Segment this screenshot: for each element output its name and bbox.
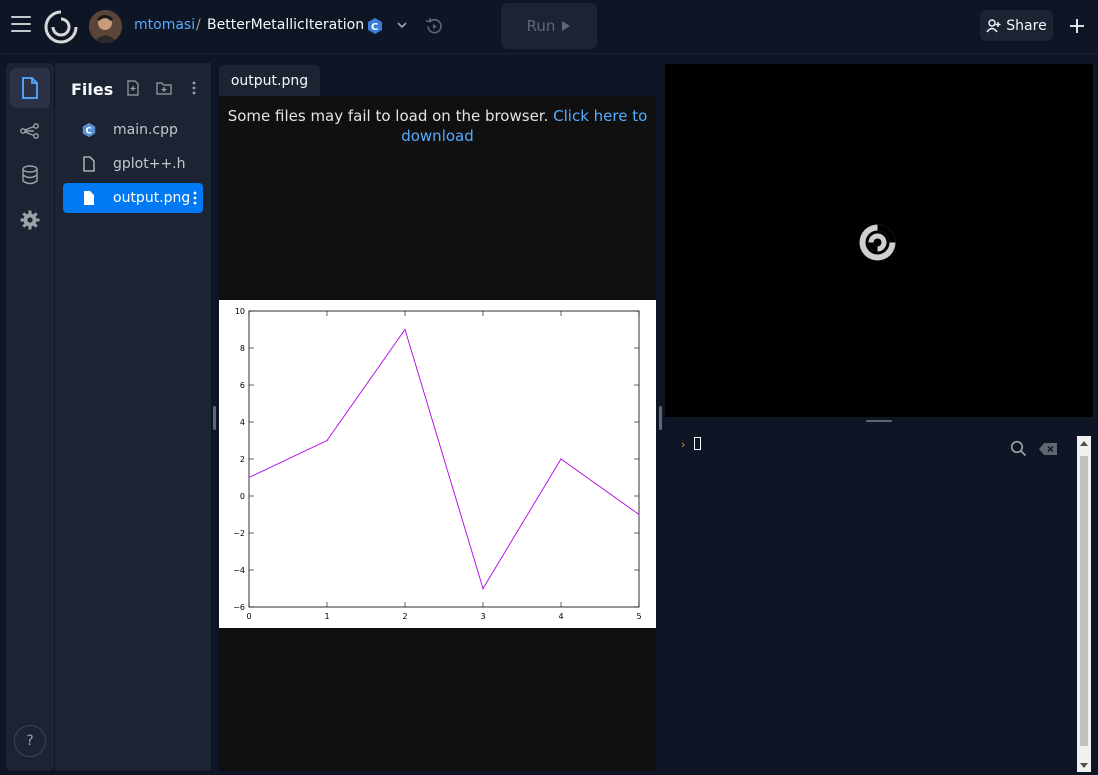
share-nodes-icon	[20, 123, 39, 139]
data-point	[326, 439, 328, 442]
cpp-icon: C	[81, 122, 97, 138]
data-point	[404, 328, 406, 331]
y-tick-label: 2	[240, 455, 245, 464]
scroll-up-arrow[interactable]	[1080, 441, 1088, 446]
series-line	[248, 328, 640, 590]
top-bar: mtomasi / BetterMetallicIteration C Run …	[0, 0, 1098, 54]
y-tick-label: 4	[240, 418, 245, 427]
cpp-language-icon[interactable]: C	[366, 17, 384, 35]
file-name: gplot++.h	[113, 156, 186, 172]
y-tick-label: −2	[233, 529, 245, 538]
y-tick-label: 10	[235, 307, 245, 316]
replit-loading-icon	[859, 224, 896, 261]
data-point	[638, 513, 640, 516]
share-label: Share	[1006, 17, 1047, 34]
panel-resize-handle[interactable]	[213, 406, 216, 430]
x-tick-label: 5	[636, 612, 641, 621]
username-link[interactable]: mtomasi	[134, 17, 195, 33]
files-title: Files	[71, 80, 114, 99]
console-panel[interactable]: ›	[665, 426, 1093, 772]
x-tick-label: 3	[480, 612, 485, 621]
menu-icon[interactable]	[11, 16, 31, 34]
scroll-thumb[interactable]	[1080, 456, 1088, 746]
file-options-icon[interactable]	[193, 191, 197, 205]
new-folder-icon[interactable]	[156, 80, 172, 96]
replit-logo-icon[interactable]	[44, 10, 78, 44]
output-image: 10 8 6 4 2 0 −2 −4 −6 0 1 2 3 4 5	[219, 300, 656, 628]
files-panel: Files C main.cpp gplot++.h output.png	[55, 63, 211, 771]
data-point	[482, 587, 484, 590]
panel-resize-handle[interactable]	[659, 406, 662, 430]
line-chart: 1086420−2−4−60 1 2 3 4 5	[233, 307, 641, 621]
file-name: main.cpp	[113, 122, 178, 138]
gear-icon	[20, 210, 40, 230]
webview-panel	[665, 64, 1093, 417]
history-icon[interactable]	[424, 16, 445, 37]
file-item-output-png[interactable]: output.png	[63, 183, 203, 213]
y-tick-label: 0	[240, 492, 245, 501]
new-file-icon[interactable]	[125, 80, 141, 96]
git-tool-button[interactable]	[10, 111, 50, 151]
x-tick-label: 1	[324, 612, 329, 621]
file-item-main-cpp[interactable]: C main.cpp	[63, 115, 203, 145]
tab-output-png[interactable]: output.png	[219, 65, 320, 96]
run-label: Run	[526, 17, 556, 35]
image-viewer: Some files may fail to load on the brows…	[219, 96, 656, 771]
plus-icon[interactable]	[1067, 16, 1087, 36]
load-warning: Some files may fail to load on the brows…	[219, 106, 656, 146]
file-item-gplot-h[interactable]: gplot++.h	[63, 149, 203, 179]
console-resize-handle[interactable]	[665, 417, 1093, 426]
more-options-icon[interactable]	[186, 80, 202, 96]
search-icon[interactable]	[1010, 440, 1027, 457]
database-tool-button[interactable]	[10, 155, 50, 195]
run-button[interactable]: Run	[501, 3, 597, 49]
data-point	[248, 476, 250, 479]
database-icon	[22, 165, 38, 185]
breadcrumb-separator: /	[196, 17, 201, 33]
console-scrollbar[interactable]	[1077, 436, 1091, 772]
play-icon	[562, 21, 571, 31]
chevron-down-icon[interactable]	[396, 19, 408, 31]
console-cursor	[694, 437, 701, 450]
x-tick-label: 0	[246, 612, 251, 621]
svg-text:C: C	[371, 22, 378, 33]
console-prompt: ›	[681, 438, 686, 451]
y-tick-label: −6	[233, 603, 245, 612]
load-warning-text: Some files may fail to load on the brows…	[227, 107, 549, 125]
add-user-icon	[986, 18, 1001, 32]
clear-console-icon[interactable]	[1038, 442, 1058, 456]
x-tick-label: 4	[558, 612, 563, 621]
svg-text:C: C	[85, 127, 92, 137]
x-tick-label: 2	[402, 612, 407, 621]
settings-tool-button[interactable]	[10, 200, 50, 240]
file-icon	[81, 156, 97, 172]
scroll-down-arrow[interactable]	[1080, 763, 1088, 768]
repl-name[interactable]: BetterMetallicIteration	[207, 17, 364, 33]
avatar[interactable]	[89, 10, 122, 43]
tool-rail: ?	[6, 63, 54, 771]
file-icon	[81, 190, 97, 206]
y-tick-label: 8	[240, 344, 245, 353]
share-button[interactable]: Share	[980, 10, 1053, 41]
files-tool-button[interactable]	[10, 68, 50, 108]
y-tick-label: −4	[233, 566, 245, 575]
file-icon	[22, 77, 38, 99]
data-point	[560, 458, 562, 460]
help-button[interactable]: ?	[14, 725, 46, 757]
file-name: output.png	[113, 190, 191, 206]
y-tick-label: 6	[240, 381, 245, 390]
editor-tab-bar: output.png	[219, 63, 656, 96]
